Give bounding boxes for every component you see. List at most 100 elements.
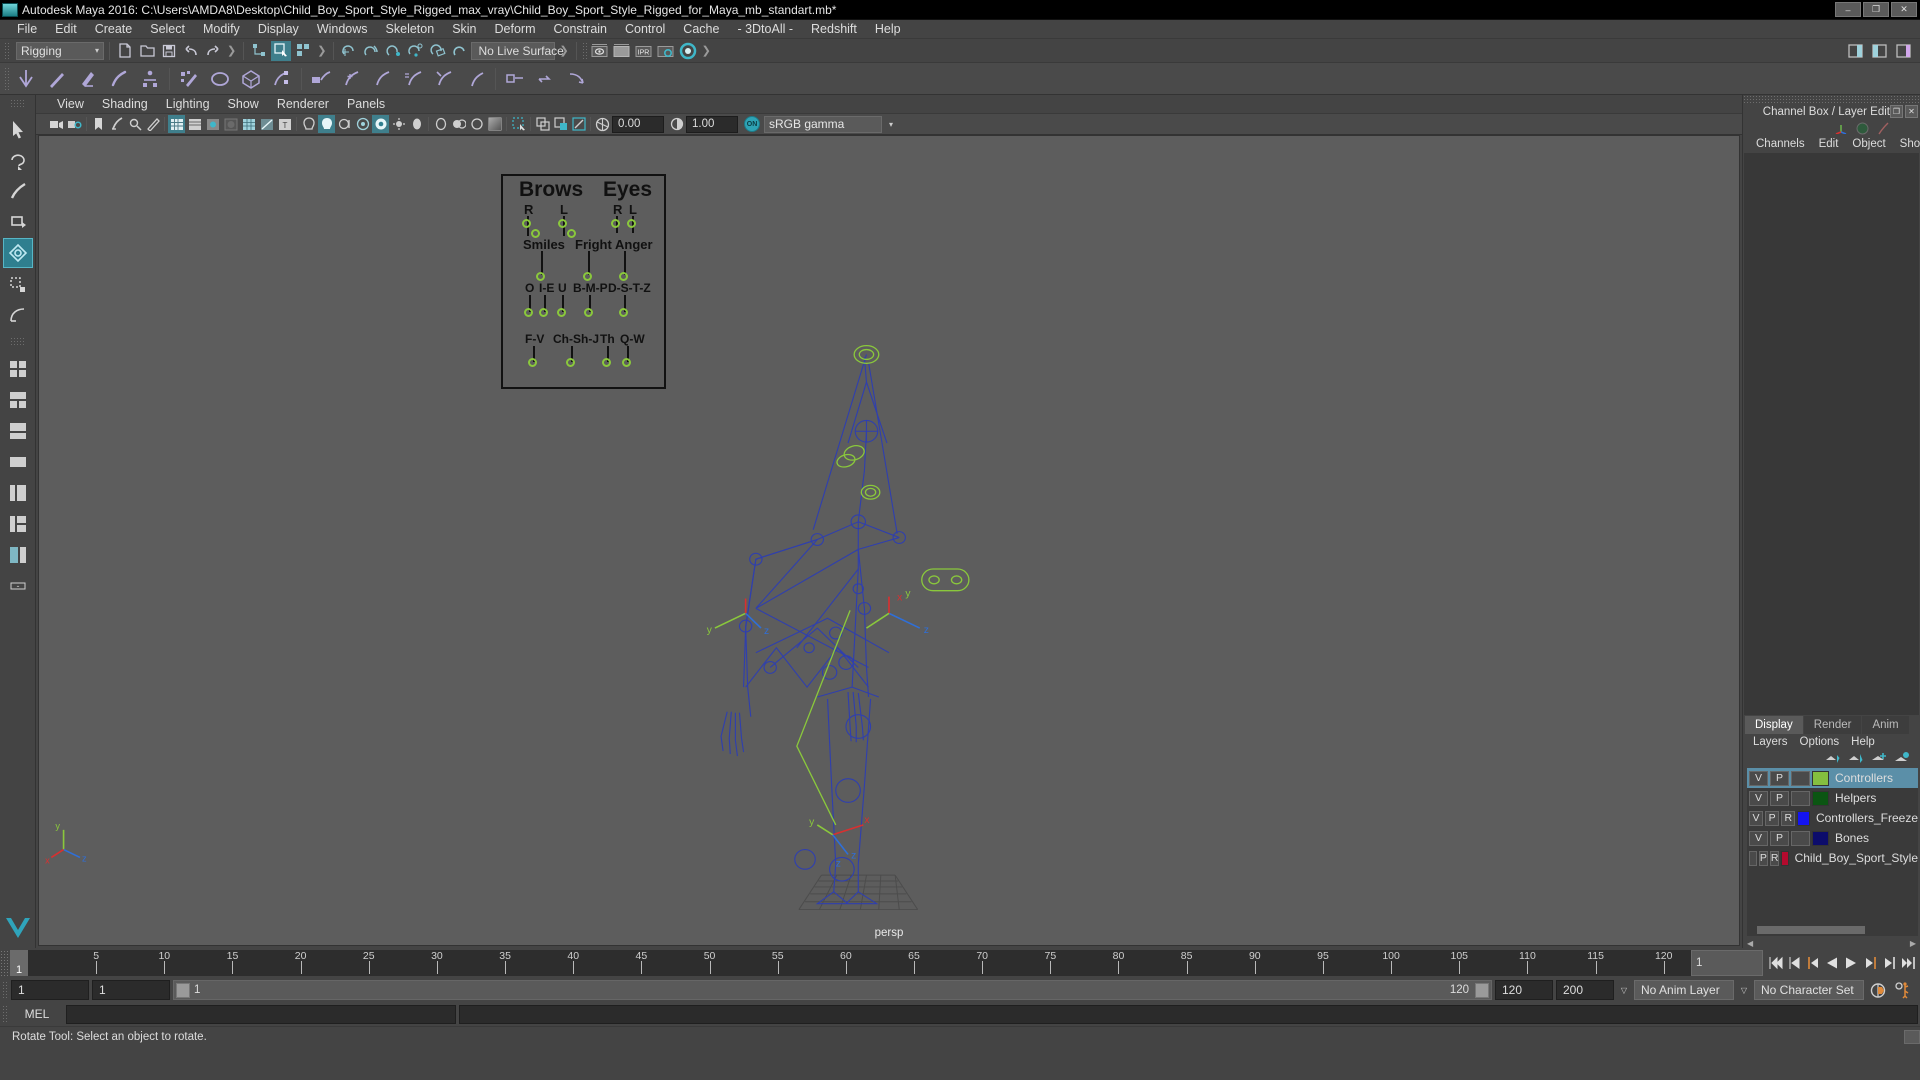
redo-icon[interactable] xyxy=(203,41,223,61)
phoneme-bmp-handle[interactable] xyxy=(584,308,593,317)
panel-menu-renderer[interactable]: Renderer xyxy=(268,97,338,111)
layer-reference-toggle[interactable]: R xyxy=(1781,810,1796,826)
wireframe-on-shaded-icon[interactable] xyxy=(240,115,257,133)
menu-skin[interactable]: Skin xyxy=(443,22,485,36)
save-scene-icon[interactable] xyxy=(159,41,179,61)
shelf-drag-handle[interactable] xyxy=(4,66,10,91)
panel-menu-lighting[interactable]: Lighting xyxy=(157,97,219,111)
ipr-render-icon[interactable]: IPR xyxy=(634,41,654,61)
phoneme-chshj-handle[interactable] xyxy=(566,358,575,367)
depth-of-field-icon[interactable] xyxy=(432,115,449,133)
more-layouts-icon[interactable]: - xyxy=(3,571,33,601)
play-backwards-icon[interactable] xyxy=(1824,954,1840,972)
tab-anim[interactable]: Anim xyxy=(1862,716,1909,734)
menu-display[interactable]: Display xyxy=(249,22,308,36)
panel-tearoff-icon[interactable] xyxy=(552,115,569,133)
menu-redshift[interactable]: Redshift xyxy=(802,22,866,36)
anim-layer-selector[interactable]: No Anim Layer xyxy=(1634,980,1734,1000)
timeline-drag-handle[interactable] xyxy=(0,950,10,976)
step-back-key-icon[interactable] xyxy=(1786,954,1802,972)
parent-constraint-icon[interactable] xyxy=(306,65,336,93)
move-layer-up-icon[interactable] xyxy=(1825,752,1841,765)
highlight-curve-icon[interactable] xyxy=(1877,122,1890,135)
insert-joint-icon[interactable] xyxy=(135,65,165,93)
phoneme-qw-handle[interactable] xyxy=(622,358,631,367)
menu-modify[interactable]: Modify xyxy=(194,22,249,36)
go-to-end-icon[interactable] xyxy=(1900,954,1916,972)
layer-menu-options[interactable]: Options xyxy=(1794,736,1846,748)
render-current-frame-icon[interactable] xyxy=(590,41,610,61)
layer-color-swatch[interactable] xyxy=(1812,770,1829,786)
menu-edit[interactable]: Edit xyxy=(46,22,86,36)
layer-playback-toggle[interactable]: P xyxy=(1770,790,1789,806)
phoneme-th-handle[interactable] xyxy=(602,358,611,367)
chevron-down-icon[interactable]: ▽ xyxy=(1617,986,1631,995)
brow-l-handle-a[interactable] xyxy=(558,219,567,228)
toolbar-drag-handle[interactable] xyxy=(581,41,588,60)
move-layer-down-icon[interactable] xyxy=(1848,752,1864,765)
step-forward-key-icon[interactable] xyxy=(1881,954,1897,972)
color-profile-selector[interactable]: sRGB gamma xyxy=(764,115,882,133)
collapse-chevron-icon[interactable]: ❯ xyxy=(225,44,238,57)
character-set-selector[interactable]: No Character Set xyxy=(1754,980,1864,1000)
bind-skin-icon[interactable] xyxy=(174,65,204,93)
smooth-shade-selected-icon[interactable] xyxy=(204,115,221,133)
rotate-tool-icon[interactable] xyxy=(2,238,33,268)
range-end-handle[interactable] xyxy=(1475,983,1489,998)
two-d-pan-zoom-icon[interactable] xyxy=(126,115,143,133)
select-camera-icon[interactable] xyxy=(48,115,65,133)
resize-grip[interactable] xyxy=(1904,1029,1920,1044)
panel-close-button[interactable]: ✕ xyxy=(1905,105,1918,118)
time-slider[interactable]: 5 10 15 20 25 30 35 40 45 50 55 60 65 70 75 80 85 90 95 100… xyxy=(28,950,1691,976)
smooth-shade-all-icon[interactable] xyxy=(186,115,203,133)
scroll-left-icon[interactable]: ◀ xyxy=(1747,939,1753,948)
color-management-toggle[interactable]: ON xyxy=(744,116,760,132)
paint-skin-weights-icon[interactable] xyxy=(205,65,235,93)
orient-constraint-icon[interactable] xyxy=(368,65,398,93)
panel-expand-icon[interactable] xyxy=(570,115,587,133)
xray-joints-icon[interactable] xyxy=(468,115,485,133)
layer-row[interactable]: V P Bones xyxy=(1747,828,1918,848)
camera-attributes-icon[interactable] xyxy=(66,115,83,133)
motion-blur-icon[interactable] xyxy=(372,115,389,133)
layer-playback-toggle[interactable]: P xyxy=(1770,770,1789,786)
panel-copy-icon[interactable] xyxy=(534,115,551,133)
cluster-deformer-icon[interactable] xyxy=(267,65,297,93)
isolate-select-icon[interactable] xyxy=(450,115,467,133)
live-surface-field[interactable]: No Live Surface xyxy=(471,41,564,60)
persp-outliner-split-icon[interactable] xyxy=(3,478,33,508)
texture-shading-icon[interactable]: T xyxy=(276,115,293,133)
step-forward-frame-icon[interactable] xyxy=(1862,954,1878,972)
range-start-field[interactable]: 1 xyxy=(92,980,170,1000)
go-to-start-icon[interactable] xyxy=(1767,954,1783,972)
new-layer-from-selected-icon[interactable] xyxy=(1894,751,1910,765)
layer-visibility-toggle[interactable]: V xyxy=(1749,790,1768,806)
layer-playback-toggle[interactable]: P xyxy=(1765,810,1780,826)
channelbox-menu-edit[interactable]: Edit xyxy=(1812,138,1846,150)
chevron-down-icon[interactable]: ▾ xyxy=(883,116,899,133)
layer-menu-help[interactable]: Help xyxy=(1845,736,1881,748)
toggle-channel-box-icon[interactable] xyxy=(1894,41,1914,61)
soft-select-tool-icon[interactable] xyxy=(3,300,33,330)
phoneme-o-handle[interactable] xyxy=(524,308,533,317)
menu-constrain[interactable]: Constrain xyxy=(545,22,617,36)
channel-box-content[interactable] xyxy=(1744,153,1919,715)
snap-to-projected-center-icon[interactable] xyxy=(405,41,425,61)
layer-row[interactable]: V P R Controllers_Freeze xyxy=(1747,808,1918,828)
layer-row[interactable]: V P Controllers xyxy=(1747,768,1918,788)
play-forwards-icon[interactable] xyxy=(1843,954,1859,972)
ik-spline-handle-icon[interactable] xyxy=(73,65,103,93)
phoneme-ie-handle[interactable] xyxy=(539,308,548,317)
panel-menu-shading[interactable]: Shading xyxy=(93,97,157,111)
gamma-icon[interactable] xyxy=(668,115,685,133)
tab-display[interactable]: Display xyxy=(1745,716,1803,734)
tab-render[interactable]: Render xyxy=(1803,716,1862,734)
lattice-deformer-icon[interactable] xyxy=(236,65,266,93)
xray-shading-icon[interactable] xyxy=(258,115,275,133)
layer-visibility-toggle[interactable]: V xyxy=(1749,770,1768,786)
layer-reference-toggle[interactable] xyxy=(1791,770,1810,786)
perspective-viewport[interactable]: y z z x x z y y z y z x Brows Eyes R L R… xyxy=(38,135,1740,946)
make-live-icon[interactable] xyxy=(449,41,469,61)
step-back-frame-icon[interactable] xyxy=(1805,954,1821,972)
exposure-field[interactable]: 0.00 xyxy=(612,115,664,133)
